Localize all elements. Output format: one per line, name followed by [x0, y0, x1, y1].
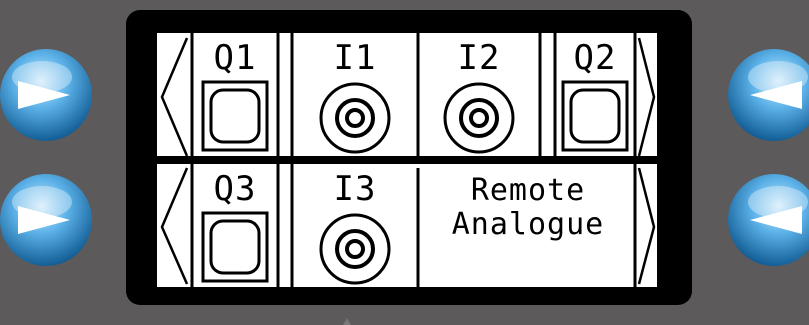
- tile-i1[interactable]: I1: [294, 36, 416, 160]
- tile-i2[interactable]: I2: [420, 36, 538, 160]
- play-right-icon: [0, 49, 92, 141]
- left-bottom-arrow-button[interactable]: [0, 172, 94, 268]
- tile-q3[interactable]: Q3: [194, 167, 276, 283]
- right-bottom-arrow-button[interactable]: [726, 172, 809, 268]
- play-right-icon: [0, 174, 92, 266]
- tile-i3[interactable]: I3: [294, 167, 416, 291]
- concentric-circles-icon: [319, 213, 391, 285]
- tile-q1[interactable]: Q1: [194, 36, 276, 152]
- tile-label: Q2: [573, 38, 617, 78]
- play-left-icon: [728, 49, 809, 141]
- tile-q2[interactable]: Q2: [557, 36, 633, 152]
- tile-label: I2: [457, 38, 501, 78]
- left-top-arrow-button[interactable]: [0, 47, 94, 143]
- panel-notch: [343, 318, 351, 325]
- right-top-arrow-button[interactable]: [726, 47, 809, 143]
- concentric-circles-icon: [319, 82, 391, 154]
- hmi-panel: Q1 I1 I2 Q2 Q3 I3 Remote Analogue: [0, 0, 809, 325]
- square-button-icon: [561, 80, 629, 152]
- tile-label: I1: [333, 38, 377, 78]
- tile-label: Q1: [213, 38, 257, 78]
- tile-label: Q3: [213, 169, 257, 209]
- concentric-circles-icon: [443, 82, 515, 154]
- tile-remote-analogue[interactable]: Remote Analogue: [418, 172, 638, 286]
- play-left-icon: [728, 174, 809, 266]
- remote-label-line2: Analogue: [451, 207, 605, 242]
- square-button-icon: [201, 80, 269, 152]
- remote-label-line1: Remote: [470, 173, 586, 208]
- square-button-icon: [201, 211, 269, 283]
- tile-label: I3: [333, 169, 377, 209]
